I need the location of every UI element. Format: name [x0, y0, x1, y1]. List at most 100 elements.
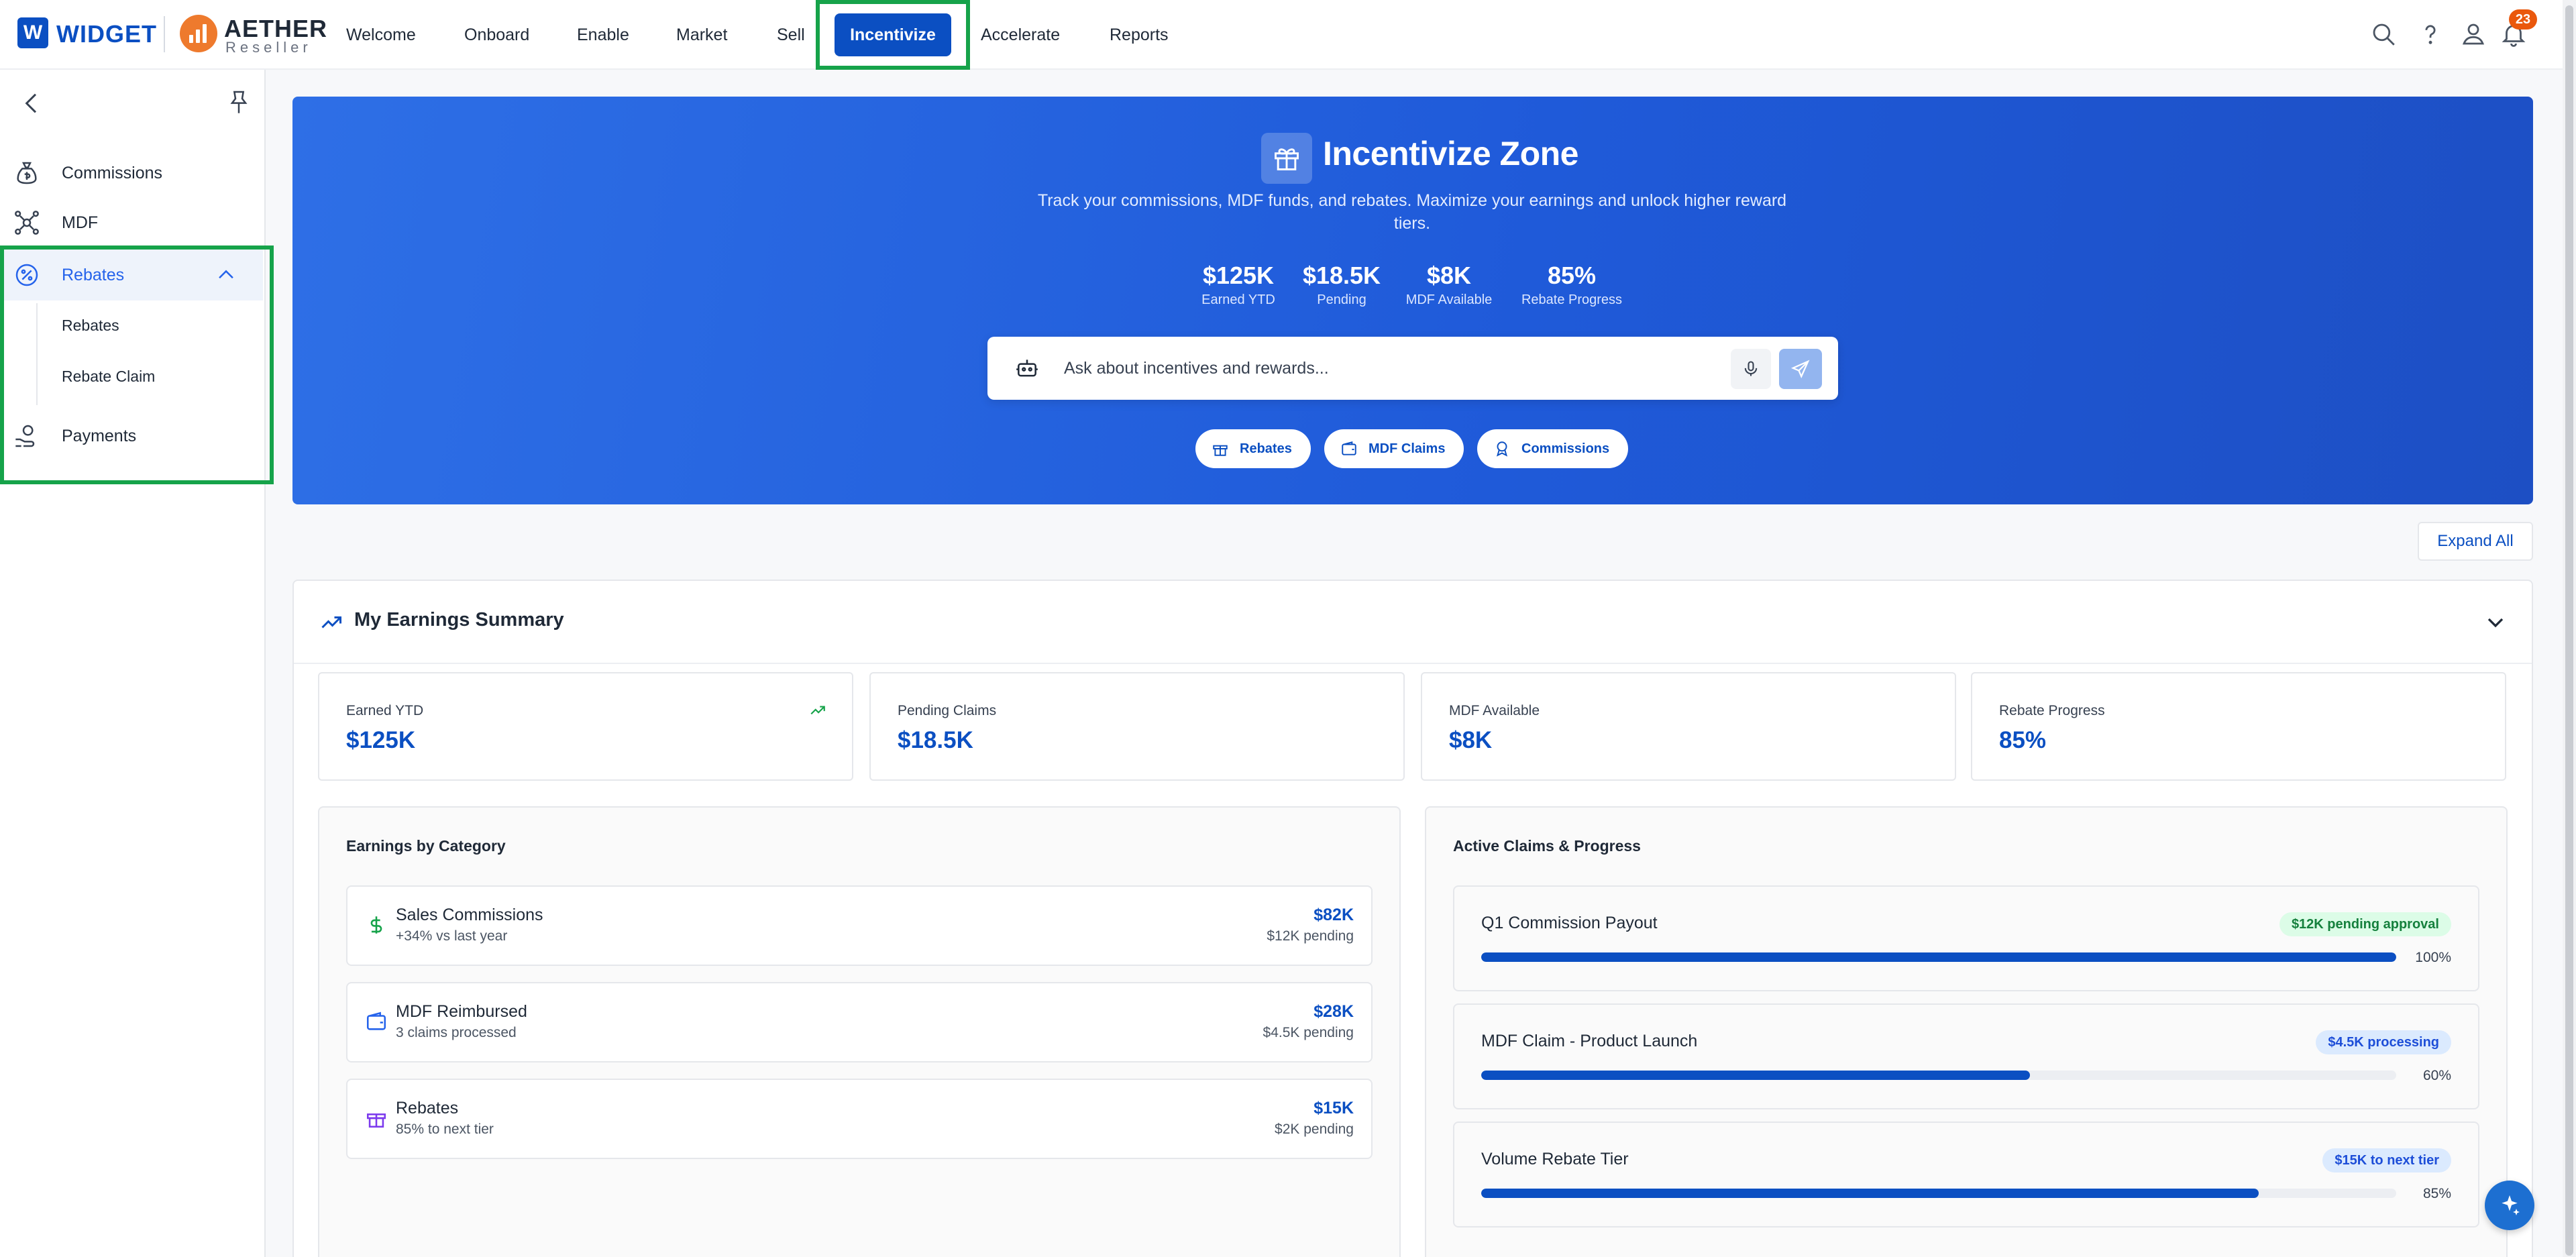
kpi-mdf-available: MDF Available $8K [1421, 672, 1956, 781]
stat-value: $8K [1426, 262, 1472, 289]
trending-up-icon [810, 706, 825, 715]
ai-search-box [987, 337, 1838, 400]
robot-icon [1016, 360, 1038, 377]
hero-description: Track your commissions, MDF funds, and r… [1037, 191, 1787, 233]
earnings-by-category-title: Earnings by Category [346, 837, 506, 855]
money-bag-icon [17, 162, 37, 184]
stat-value: $18.5K [1302, 262, 1381, 289]
page-scrollbar-thumb[interactable] [2565, 5, 2573, 1256]
kpi-earned-ytd: Earned YTD $125K [318, 672, 853, 781]
category-name: MDF Reimbursed [396, 1002, 527, 1021]
category-subtext: 3 claims processed [396, 1025, 517, 1040]
sparkle-icon [2502, 1195, 2520, 1215]
category-subtext: 85% to next tier [396, 1122, 494, 1137]
back-chevron-icon[interactable] [19, 90, 46, 117]
nav-sell[interactable]: Sell [777, 0, 805, 70]
brand-divider [164, 16, 165, 52]
claim-progress-percent: 60% [2422, 1068, 2451, 1083]
pin-icon[interactable] [225, 87, 252, 117]
user-icon[interactable] [2459, 20, 2487, 48]
sidebar-item-mdf[interactable]: MDF [0, 203, 266, 243]
claim-status-badge: $15K to next tier [2322, 1148, 2451, 1172]
claim-name: Volume Rebate Tier [1481, 1150, 1629, 1168]
stat-label: Rebate Progress [1521, 292, 1623, 307]
stat-value: 85% [1547, 262, 1597, 289]
category-row-mdf-reimbursed[interactable]: MDF Reimbursed 3 claims processed $28K $… [346, 982, 1373, 1062]
claim-row-q1-commission[interactable]: Q1 Commission Payout $12K pending approv… [1453, 885, 2479, 991]
kpi-label: Earned YTD [346, 703, 424, 718]
chip-label: MDF Claims [1368, 441, 1446, 456]
kpi-value: $8K [1449, 727, 1493, 753]
nav-enable[interactable]: Enable [577, 0, 629, 70]
gift-icon [366, 1113, 386, 1128]
trending-up-icon [321, 616, 341, 628]
widget-logo-text[interactable]: WIDGET [56, 20, 157, 48]
category-name: Rebates [396, 1099, 459, 1117]
ai-search-input[interactable] [1064, 351, 1654, 385]
chip-label: Rebates [1240, 441, 1292, 456]
gift-icon [1261, 133, 1312, 184]
dollar-icon [370, 916, 382, 934]
claim-name: MDF Claim - Product Launch [1481, 1032, 1698, 1050]
hero-stat-rebate: 85% Rebate Progress [1513, 262, 1630, 308]
expand-all-button[interactable]: Expand All [2418, 522, 2533, 561]
claim-progress-percent: 100% [2415, 950, 2451, 965]
claim-progress-track [1481, 1071, 2396, 1080]
claim-name: Q1 Commission Payout [1481, 914, 1658, 932]
kpi-label: Rebate Progress [1999, 703, 2105, 718]
hero-title: Incentivize Zone [1323, 135, 1578, 172]
kpi-rebate-progress: Rebate Progress 85% [1971, 672, 2506, 781]
category-subtext: +34% vs last year [396, 928, 508, 944]
kpi-label: Pending Claims [898, 703, 997, 718]
claim-progress-fill [1481, 1071, 2031, 1080]
claim-row-volume-rebate[interactable]: Volume Rebate Tier $15K to next tier 85% [1453, 1122, 2479, 1227]
sidebar-item-payments[interactable]: Payments [0, 416, 266, 456]
nav-welcome[interactable]: Welcome [346, 0, 416, 70]
chevron-down-icon[interactable] [2482, 609, 2509, 636]
claim-progress-track [1481, 952, 2396, 962]
sidebar-item-label: Payments [62, 426, 137, 445]
nav-accelerate[interactable]: Accelerate [981, 0, 1060, 70]
claim-status-badge: $12K pending approval [2279, 912, 2451, 936]
kpi-value: 85% [1999, 727, 2047, 753]
microphone-icon [1744, 361, 1758, 376]
wallet-icon [1342, 441, 1356, 455]
earnings-summary-title: My Earnings Summary [354, 609, 564, 631]
stat-label: MDF Available [1405, 292, 1493, 307]
widget-logo-mark[interactable]: W [17, 17, 48, 48]
sidebar-item-label: Commissions [62, 163, 163, 182]
chip-rebates[interactable]: Rebates [1195, 429, 1311, 468]
kpi-value: $125K [346, 727, 416, 753]
sidebar: Commissions MDF Rebates Rebates Rebate C… [0, 70, 274, 1257]
category-row-rebates[interactable]: Rebates 85% to next tier $15K $2K pendin… [346, 1079, 1373, 1159]
notification-badge: 23 [2509, 9, 2537, 30]
category-amount: $28K [1313, 1002, 1354, 1021]
category-amount: $15K [1313, 1099, 1354, 1117]
send-icon [1790, 360, 1810, 379]
kpi-pending-claims: Pending Claims $18.5K [869, 672, 1405, 781]
help-icon[interactable] [2416, 20, 2445, 48]
category-pending: $4.5K pending [1263, 1025, 1354, 1040]
hero-stat-pending: $18.5K Pending [1295, 262, 1389, 308]
chip-commissions[interactable]: Commissions [1477, 429, 1629, 468]
send-button[interactable] [1779, 349, 1822, 389]
claim-progress-percent: 85% [2422, 1186, 2451, 1201]
search-icon[interactable] [2369, 20, 2398, 48]
microphone-button[interactable] [1731, 349, 1771, 389]
nav-incentivize[interactable]: Incentivize [835, 13, 951, 56]
nav-market[interactable]: Market [676, 0, 727, 70]
hero-stat-mdf: $8K MDF Available [1398, 262, 1500, 308]
category-row-sales-commissions[interactable]: Sales Commissions +34% vs last year $82K… [346, 885, 1373, 966]
chip-mdf-claims[interactable]: MDF Claims [1324, 429, 1464, 468]
nav-reports[interactable]: Reports [1110, 0, 1169, 70]
hand-coin-icon [15, 425, 35, 447]
nav-onboard[interactable]: Onboard [464, 0, 529, 70]
sidebar-item-commissions[interactable]: Commissions [0, 153, 266, 193]
stat-value: $125K [1202, 262, 1275, 289]
stat-label: Earned YTD [1201, 292, 1275, 307]
kpi-label: MDF Available [1449, 703, 1540, 718]
aether-logo-icon[interactable] [180, 15, 217, 52]
claim-row-mdf-product-launch[interactable]: MDF Claim - Product Launch $4.5K process… [1453, 1003, 2479, 1109]
category-name: Sales Commissions [396, 906, 543, 924]
ai-assistant-button[interactable] [2485, 1181, 2534, 1230]
